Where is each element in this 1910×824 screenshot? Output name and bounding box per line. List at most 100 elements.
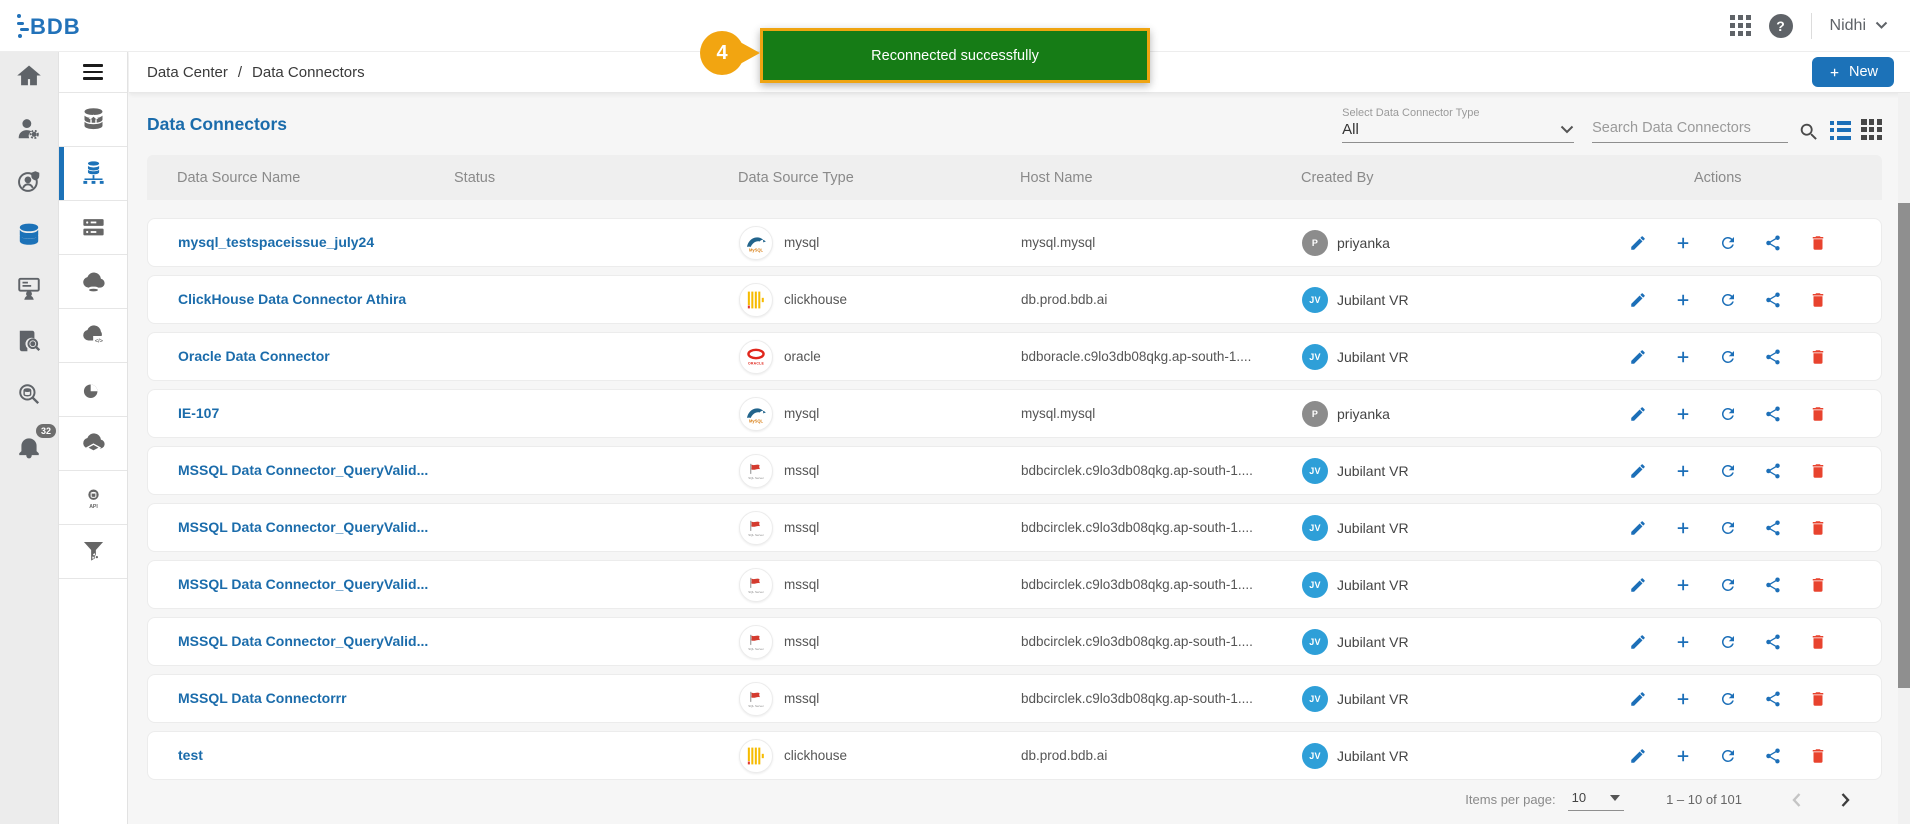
share-button[interactable]: [1764, 747, 1782, 765]
menu-item-data-preparation[interactable]: [59, 363, 127, 417]
add-button[interactable]: [1674, 405, 1692, 423]
delete-button[interactable]: [1809, 747, 1827, 765]
bdb-logo[interactable]: BDB: [14, 9, 100, 43]
sidebar-item-data-center[interactable]: [14, 221, 44, 249]
user-menu[interactable]: Nidhi: [1830, 17, 1888, 35]
table-row: MSSQL Data Connector_QueryValid... mssql…: [147, 560, 1882, 609]
breadcrumb-data-connectors[interactable]: Data Connectors: [252, 64, 365, 81]
add-button[interactable]: [1674, 576, 1692, 594]
refresh-button[interactable]: [1719, 291, 1737, 309]
refresh-button[interactable]: [1719, 462, 1737, 480]
delete-button[interactable]: [1809, 519, 1827, 537]
apps-launcher-button[interactable]: [1730, 15, 1751, 36]
help-button[interactable]: ?: [1769, 14, 1793, 38]
delete-button[interactable]: [1809, 348, 1827, 366]
connector-name-link[interactable]: Oracle Data Connector: [178, 348, 330, 364]
share-button[interactable]: [1764, 462, 1782, 480]
edit-button[interactable]: [1629, 291, 1647, 309]
delete-button[interactable]: [1809, 291, 1827, 309]
sidebar-item-user-info[interactable]: [14, 168, 44, 196]
add-button[interactable]: [1674, 519, 1692, 537]
refresh-button[interactable]: [1719, 633, 1737, 651]
next-page-button[interactable]: [1836, 791, 1854, 809]
sidebar-item-data-catalog[interactable]: [14, 327, 44, 355]
add-button[interactable]: [1674, 690, 1692, 708]
sidebar-item-user-settings[interactable]: [14, 115, 44, 143]
delete-button[interactable]: [1809, 576, 1827, 594]
share-button[interactable]: [1764, 348, 1782, 366]
connector-name-link[interactable]: MSSQL Data Connector_QueryValid...: [178, 633, 428, 649]
sidebar-item-presentation[interactable]: [14, 274, 44, 302]
grid-view-icon: [1861, 119, 1882, 140]
items-per-page-select[interactable]: 10: [1568, 788, 1624, 811]
refresh-button[interactable]: [1719, 348, 1737, 366]
new-button[interactable]: New: [1812, 57, 1894, 87]
edit-button[interactable]: [1629, 405, 1647, 423]
menu-item-data-sandbox[interactable]: [59, 255, 127, 309]
edit-button[interactable]: [1629, 633, 1647, 651]
add-button[interactable]: [1674, 633, 1692, 651]
edit-button[interactable]: [1629, 462, 1647, 480]
menu-item-data-center[interactable]: [59, 93, 127, 147]
grid-view-button[interactable]: [1861, 119, 1882, 140]
share-button[interactable]: [1764, 291, 1782, 309]
connector-name-link[interactable]: ClickHouse Data Connector Athira: [178, 291, 406, 307]
search-button[interactable]: [1798, 121, 1820, 143]
refresh-button[interactable]: [1719, 519, 1737, 537]
add-button[interactable]: [1674, 234, 1692, 252]
menu-item-data-funnel[interactable]: [59, 525, 127, 579]
connector-name-link[interactable]: MSSQL Data Connectorrr: [178, 690, 347, 706]
refresh-button[interactable]: [1719, 690, 1737, 708]
sidebar-item-notifications[interactable]: 32: [14, 433, 44, 461]
delete-button[interactable]: [1809, 633, 1827, 651]
search-input[interactable]: [1592, 116, 1788, 143]
delete-button[interactable]: [1809, 234, 1827, 252]
refresh-button[interactable]: [1719, 405, 1737, 423]
sidebar-item-data-search[interactable]: [14, 380, 44, 408]
scrollbar-thumb[interactable]: [1898, 203, 1910, 688]
connector-name-link[interactable]: mysql_testspaceissue_july24: [178, 234, 374, 250]
edit-button[interactable]: [1629, 234, 1647, 252]
share-button[interactable]: [1764, 405, 1782, 423]
edit-button[interactable]: [1629, 576, 1647, 594]
delete-button[interactable]: [1809, 405, 1827, 423]
breadcrumb-data-center[interactable]: Data Center: [147, 64, 228, 81]
menu-toggle-button[interactable]: [59, 52, 127, 93]
edit-button[interactable]: [1629, 348, 1647, 366]
user-info-icon: [16, 169, 42, 195]
add-button[interactable]: [1674, 291, 1692, 309]
share-icon: [1764, 234, 1782, 252]
share-button[interactable]: [1764, 633, 1782, 651]
menu-item-cloud-code[interactable]: [59, 309, 127, 363]
share-button[interactable]: [1764, 576, 1782, 594]
connector-type-select[interactable]: Select Data Connector Type All: [1342, 107, 1574, 143]
add-button[interactable]: [1674, 747, 1692, 765]
sidebar-item-home[interactable]: [14, 62, 44, 90]
add-button[interactable]: [1674, 348, 1692, 366]
refresh-button[interactable]: [1719, 576, 1737, 594]
refresh-button[interactable]: [1719, 234, 1737, 252]
add-button[interactable]: [1674, 462, 1692, 480]
connector-name-link[interactable]: MSSQL Data Connector_QueryValid...: [178, 576, 428, 592]
connector-name-link[interactable]: MSSQL Data Connector_QueryValid...: [178, 462, 428, 478]
menu-item-data-connectors[interactable]: [59, 147, 127, 201]
menu-item-cloud-storage[interactable]: [59, 417, 127, 471]
delete-button[interactable]: [1809, 690, 1827, 708]
edit-button[interactable]: [1629, 519, 1647, 537]
edit-button[interactable]: [1629, 747, 1647, 765]
share-button[interactable]: [1764, 519, 1782, 537]
list-view-button[interactable]: [1830, 121, 1851, 140]
share-button[interactable]: [1764, 234, 1782, 252]
menu-item-api-connectors[interactable]: [59, 471, 127, 525]
refresh-button[interactable]: [1719, 747, 1737, 765]
scrollbar-track[interactable]: [1898, 93, 1910, 824]
menu-item-data-stores[interactable]: [59, 201, 127, 255]
delete-button[interactable]: [1809, 462, 1827, 480]
edit-button[interactable]: [1629, 690, 1647, 708]
share-button[interactable]: [1764, 690, 1782, 708]
share-icon: [1764, 405, 1782, 423]
connector-name-link[interactable]: MSSQL Data Connector_QueryValid...: [178, 519, 428, 535]
connector-name-link[interactable]: test: [178, 747, 203, 763]
previous-page-button[interactable]: [1788, 791, 1806, 809]
connector-name-link[interactable]: IE-107: [178, 405, 219, 421]
